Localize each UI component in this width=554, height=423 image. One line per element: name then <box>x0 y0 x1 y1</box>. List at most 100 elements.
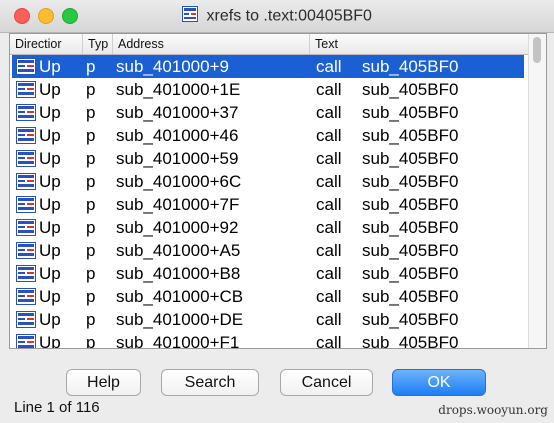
row-direction: Up <box>39 241 61 260</box>
table-row[interactable]: Up p sub_401000+B8 call sub_405BF0 <box>12 262 524 285</box>
cancel-button[interactable]: Cancel <box>280 369 373 396</box>
table-row[interactable]: Up p sub_401000+46 call sub_405BF0 <box>12 124 524 147</box>
row-direction: Up <box>39 333 61 349</box>
row-direction: Up <box>39 172 61 191</box>
xref-row-icon <box>16 150 36 172</box>
row-address: sub_401000+F1 <box>116 333 240 349</box>
row-instruction: call <box>316 195 342 214</box>
row-direction: Up <box>39 57 61 76</box>
table-row[interactable]: Up p sub_401000+37 call sub_405BF0 <box>12 101 524 124</box>
row-type: p <box>86 80 96 99</box>
row-instruction: call <box>316 241 342 260</box>
column-header-direction[interactable]: Directior <box>10 34 83 54</box>
row-address: sub_401000+6C <box>116 172 242 191</box>
xref-window-icon <box>182 6 199 27</box>
row-type: p <box>86 264 96 283</box>
row-instruction: call <box>316 287 342 306</box>
row-address: sub_401000+7F <box>116 195 240 214</box>
vertical-scrollbar[interactable] <box>528 34 546 348</box>
row-direction: Up <box>39 195 61 214</box>
help-button[interactable]: Help <box>66 369 141 396</box>
list-header: Directior Typ Address Text <box>10 34 528 55</box>
row-operand: sub_405BF0 <box>362 195 459 214</box>
row-type: p <box>86 287 96 306</box>
row-operand: sub_405BF0 <box>362 218 459 237</box>
row-instruction: call <box>316 310 342 329</box>
xref-row-icon <box>16 127 36 149</box>
row-instruction: call <box>316 126 342 145</box>
row-direction: Up <box>39 287 61 306</box>
search-button[interactable]: Search <box>161 369 259 396</box>
row-operand: sub_405BF0 <box>362 287 459 306</box>
table-row[interactable]: Up p sub_401000+9 call sub_405BF0 <box>12 55 524 78</box>
row-address: sub_401000+37 <box>116 103 239 122</box>
xref-row-icon <box>16 265 36 287</box>
column-header-address[interactable]: Address <box>113 34 310 54</box>
row-direction: Up <box>39 218 61 237</box>
row-operand: sub_405BF0 <box>362 80 459 99</box>
row-type: p <box>86 195 96 214</box>
row-instruction: call <box>316 149 342 168</box>
table-row[interactable]: Up p sub_401000+6C call sub_405BF0 <box>12 170 524 193</box>
row-instruction: call <box>316 218 342 237</box>
row-instruction: call <box>316 57 342 76</box>
row-type: p <box>86 333 96 349</box>
xref-row-icon <box>16 311 36 333</box>
table-row[interactable]: Up p sub_401000+F1 call sub_405BF0 <box>12 331 524 349</box>
table-row[interactable]: Up p sub_401000+1E call sub_405BF0 <box>12 78 524 101</box>
row-address: sub_401000+B8 <box>116 264 241 283</box>
row-type: p <box>86 241 96 260</box>
title-bar: xrefs to .text:00405BF0 <box>0 0 554 33</box>
row-instruction: call <box>316 264 342 283</box>
table-row[interactable]: Up p sub_401000+DE call sub_405BF0 <box>12 308 524 331</box>
window-title: xrefs to .text:00405BF0 <box>206 7 372 25</box>
row-type: p <box>86 172 96 191</box>
row-operand: sub_405BF0 <box>362 103 459 122</box>
row-direction: Up <box>39 126 61 145</box>
scrollbar-thumb[interactable] <box>533 37 541 63</box>
row-address: sub_401000+92 <box>116 218 239 237</box>
table-row[interactable]: Up p sub_401000+CB call sub_405BF0 <box>12 285 524 308</box>
row-operand: sub_405BF0 <box>362 149 459 168</box>
row-address: sub_401000+1E <box>116 80 241 99</box>
row-operand: sub_405BF0 <box>362 264 459 283</box>
row-address: sub_401000+59 <box>116 149 239 168</box>
xref-row-icon <box>16 104 36 126</box>
xref-row-icon <box>16 242 36 264</box>
row-address: sub_401000+A5 <box>116 241 241 260</box>
xref-row-icon <box>16 334 36 348</box>
row-operand: sub_405BF0 <box>362 126 459 145</box>
table-row[interactable]: Up p sub_401000+7F call sub_405BF0 <box>12 193 524 216</box>
row-instruction: call <box>316 103 342 122</box>
table-row[interactable]: Up p sub_401000+A5 call sub_405BF0 <box>12 239 524 262</box>
xref-row-icon <box>16 173 36 195</box>
column-header-text[interactable]: Text <box>310 34 528 54</box>
ok-button[interactable]: OK <box>392 369 486 396</box>
row-operand: sub_405BF0 <box>362 310 459 329</box>
row-type: p <box>86 149 96 168</box>
watermark: drops.wooyun.org <box>438 403 548 417</box>
row-operand: sub_405BF0 <box>362 57 459 76</box>
row-address: sub_401000+CB <box>116 287 244 306</box>
table-row[interactable]: Up p sub_401000+59 call sub_405BF0 <box>12 147 524 170</box>
row-type: p <box>86 57 96 76</box>
row-address: sub_401000+9 <box>116 57 229 76</box>
xref-row-icon <box>16 81 36 103</box>
xref-row-icon <box>16 288 36 310</box>
row-type: p <box>86 310 96 329</box>
row-type: p <box>86 126 96 145</box>
row-direction: Up <box>39 310 61 329</box>
xrefs-list[interactable]: Directior Typ Address Text Up p sub_401000… <box>9 33 547 349</box>
xref-row-icon <box>16 196 36 218</box>
column-header-type[interactable]: Typ <box>83 34 113 54</box>
row-operand: sub_405BF0 <box>362 241 459 260</box>
row-address: sub_401000+DE <box>116 310 244 329</box>
window-title-group: xrefs to .text:00405BF0 <box>0 6 554 27</box>
row-operand: sub_405BF0 <box>362 172 459 191</box>
row-address: sub_401000+46 <box>116 126 239 145</box>
row-direction: Up <box>39 80 61 99</box>
table-row[interactable]: Up p sub_401000+92 call sub_405BF0 <box>12 216 524 239</box>
row-direction: Up <box>39 149 61 168</box>
status-line-count: Line 1 of 116 <box>14 399 100 416</box>
row-direction: Up <box>39 103 61 122</box>
